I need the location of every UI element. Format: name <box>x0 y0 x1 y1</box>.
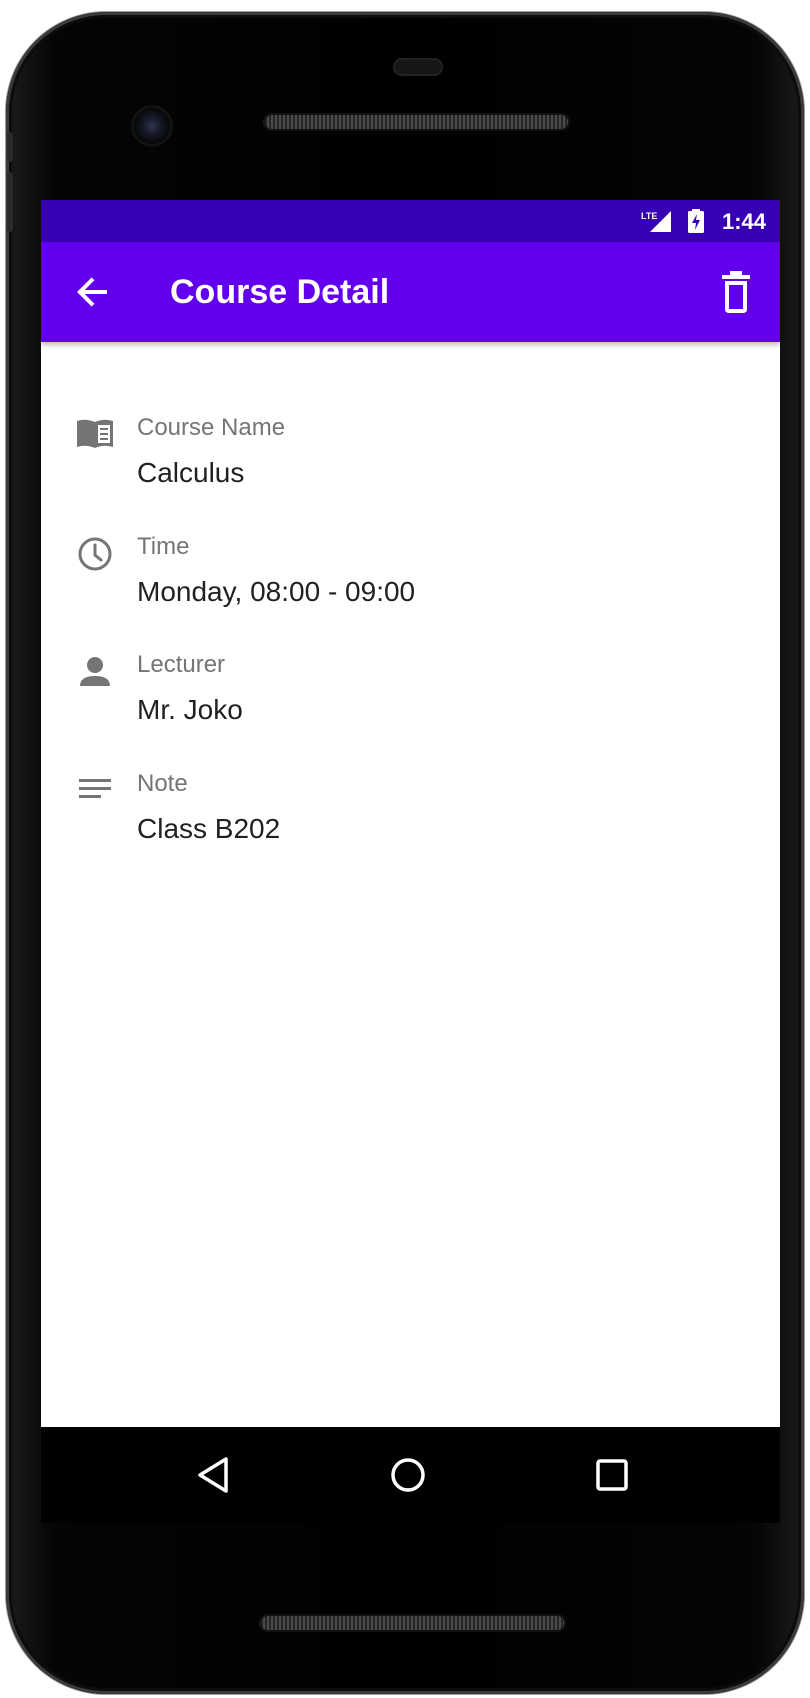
top-speaker <box>263 113 570 131</box>
course-name-value: Calculus <box>137 457 245 488</box>
status-bar: LTE 1:44 <box>41 200 780 242</box>
person-icon <box>80 657 110 686</box>
lte-signal-icon: LTE <box>641 211 671 232</box>
side-button <box>7 172 13 232</box>
arrow-back-icon[interactable] <box>69 268 117 316</box>
front-camera <box>134 108 170 144</box>
proximity-sensor <box>393 58 443 76</box>
clock-icon <box>78 537 112 571</box>
status-time: 1:44 <box>721 209 766 234</box>
lecturer-row: Lecturer Mr. Joko <box>41 650 780 750</box>
home-circle-icon[interactable] <box>378 1447 438 1503</box>
note-label: Note <box>137 770 188 797</box>
trash-icon[interactable] <box>712 266 760 318</box>
book-icon <box>77 419 113 448</box>
screen: LTE 1:44 Course Detail Course Name Calcu… <box>41 200 780 1427</box>
page: LTE 1:44 Course Detail Course Name Calcu… <box>0 0 810 1698</box>
battery-charging-icon <box>688 209 704 233</box>
note-row: Note Class B202 <box>41 769 780 869</box>
network-label: LTE <box>641 211 657 221</box>
lecturer-label: Lecturer <box>137 651 226 678</box>
note-value: Class B202 <box>137 813 281 844</box>
side-button <box>7 132 13 162</box>
back-triangle-icon[interactable] <box>183 1447 243 1503</box>
app-bar: Course Detail <box>41 242 780 342</box>
course-name-row: Course Name Calculus <box>41 413 780 513</box>
notes-icon <box>79 779 111 798</box>
course-name-label: Course Name <box>137 414 286 441</box>
course-detail-content: Course Name Calculus Time Monday, 08:00 … <box>41 342 780 1427</box>
recents-square-icon[interactable] <box>582 1447 642 1503</box>
bottom-speaker <box>259 1614 566 1632</box>
time-row: Time Monday, 08:00 - 09:00 <box>41 532 780 632</box>
time-value: Monday, 08:00 - 09:00 <box>137 576 416 607</box>
navigation-bar <box>41 1427 780 1523</box>
page-title: Course Detail <box>170 273 390 311</box>
lecturer-value: Mr. Joko <box>137 694 243 725</box>
time-label: Time <box>137 533 190 560</box>
